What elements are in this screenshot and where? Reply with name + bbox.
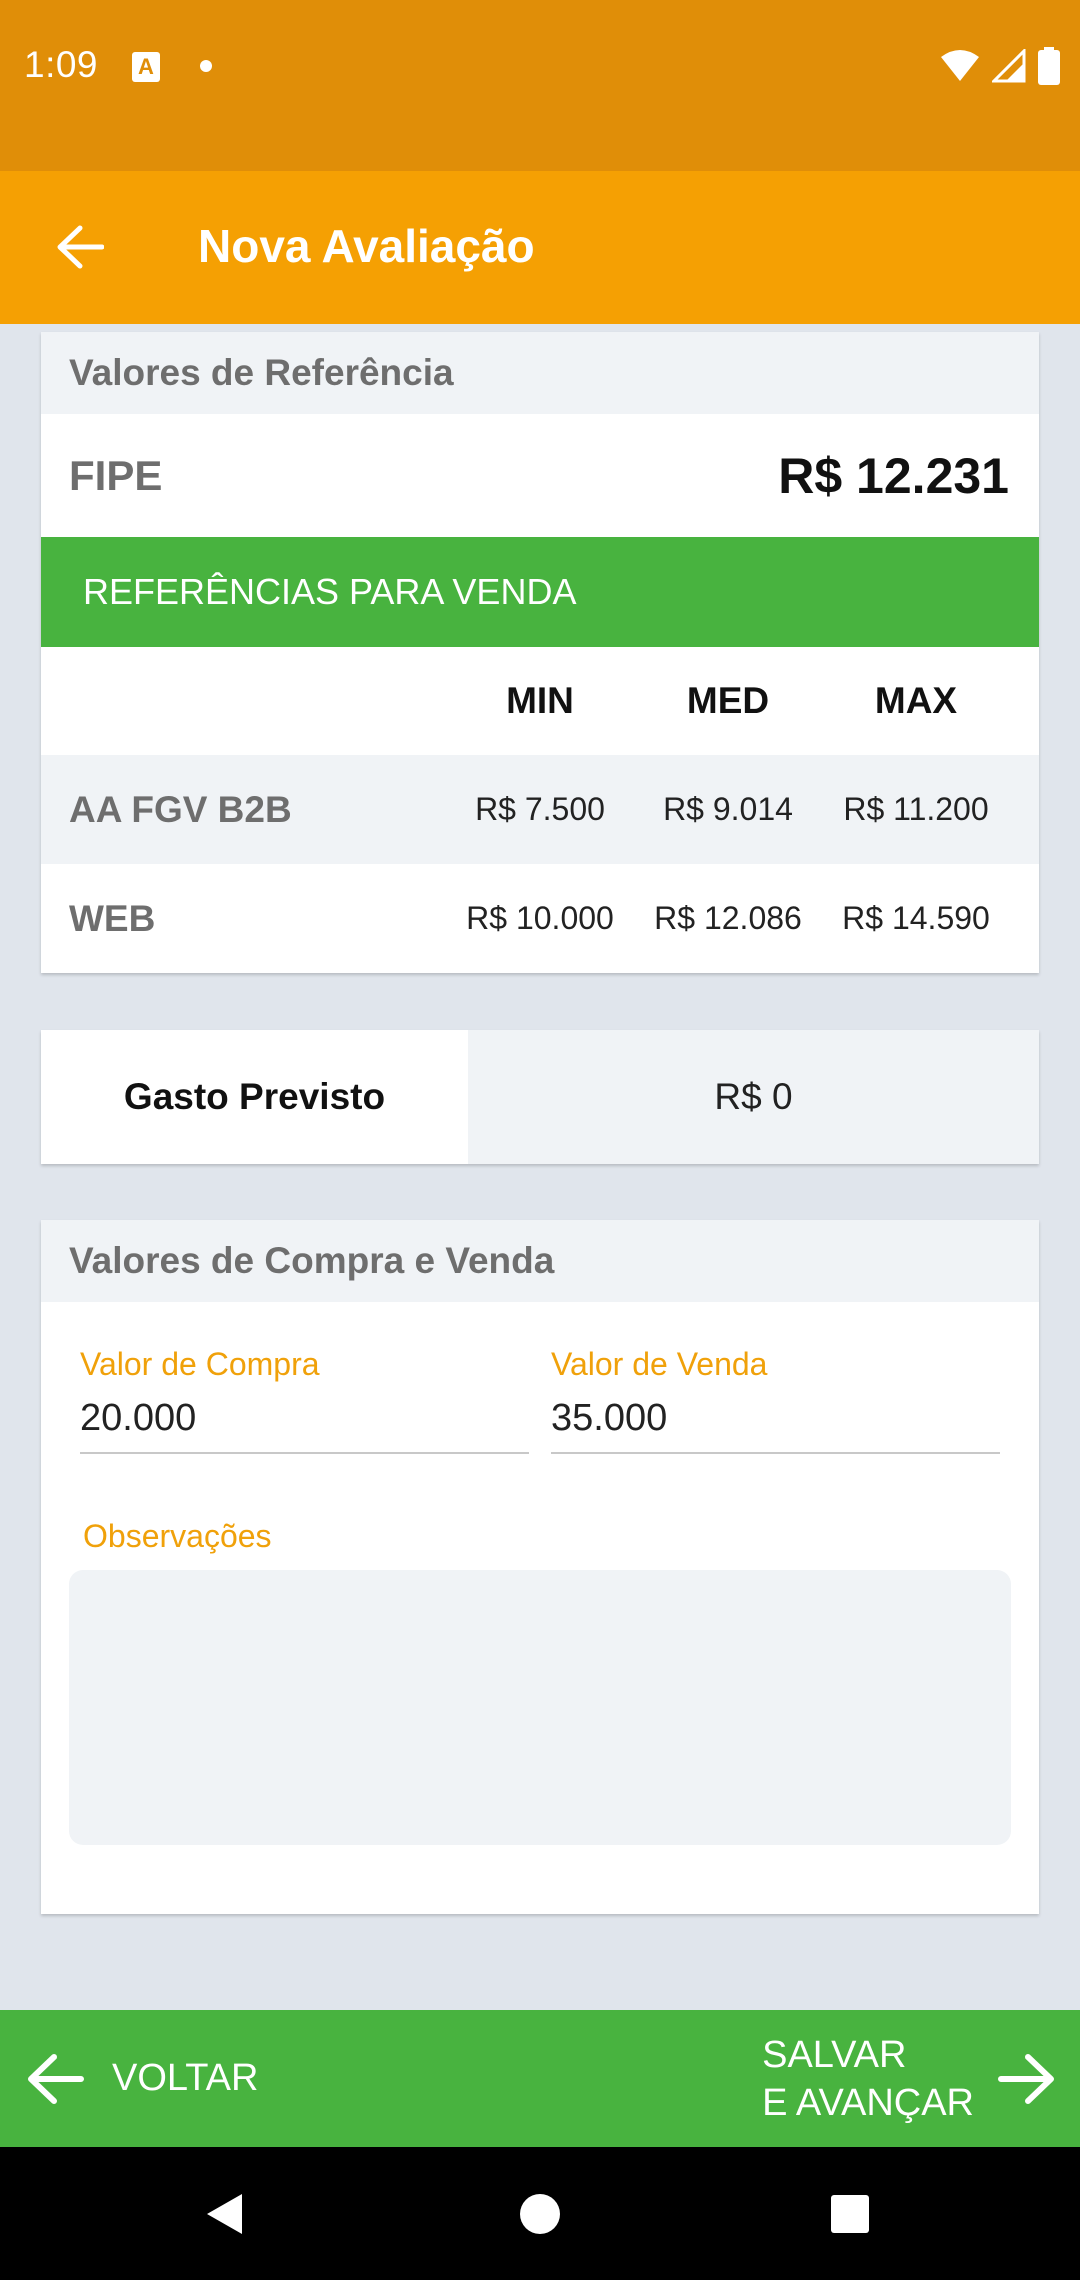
back-nav-button[interactable]: VOLTAR — [26, 2010, 258, 2147]
expected-expense-label: Gasto Previsto — [41, 1030, 468, 1164]
expected-expense-value: R$ 0 — [468, 1030, 1039, 1164]
reference-values-card: Valores de Referência FIPE R$ 12.231 REF… — [41, 332, 1039, 973]
column-max: MAX — [874, 680, 958, 721]
wifi-icon — [941, 50, 979, 81]
nav-home-button[interactable] — [480, 2147, 600, 2280]
fipe-label: FIPE — [69, 451, 163, 499]
arrow-right-icon — [998, 2053, 1054, 2104]
nav-back-button[interactable] — [164, 2147, 284, 2280]
buy-sell-header: Valores de Compra e Venda — [41, 1220, 1039, 1302]
circle-home-icon — [520, 2193, 560, 2234]
arrow-left-icon — [28, 2053, 84, 2104]
buy-sell-card: Valores de Compra e Venda Valor de Compr… — [41, 1220, 1039, 1914]
save-and-next-label-line2: E AVANÇAR — [762, 2081, 974, 2124]
nav-recents-button[interactable] — [790, 2147, 910, 2280]
back-button[interactable] — [40, 207, 120, 287]
signal-icon — [992, 49, 1026, 83]
bottom-action-bar: VOLTAR SALVAR E AVANÇAR — [0, 2010, 1080, 2147]
fipe-value: R$ 12.231 — [778, 447, 1009, 504]
battery-icon — [1038, 47, 1060, 85]
sale-value-field[interactable]: Valor de Venda 35.000 — [551, 1346, 1000, 1454]
save-and-next-button[interactable]: SALVAR E AVANÇAR — [762, 2010, 1056, 2147]
table-row: AA FGV B2B R$ 7.500 R$ 9.014 R$ 11.200 — [41, 755, 1039, 864]
table-row: WEB R$ 10.000 R$ 12.086 R$ 14.590 — [41, 864, 1039, 973]
sale-value-label: Valor de Venda — [551, 1346, 768, 1382]
fipe-row: FIPE R$ 12.231 — [41, 414, 1039, 537]
square-recents-icon — [831, 2194, 869, 2233]
notification-dot-icon — [200, 60, 212, 72]
column-min: MIN — [506, 680, 574, 721]
system-nav-bar — [0, 2147, 1080, 2280]
cell-max: R$ 11.200 — [843, 791, 989, 827]
triangle-back-icon — [207, 2193, 242, 2234]
cell-min: R$ 7.500 — [475, 791, 605, 827]
purchase-value-input[interactable]: 20.000 — [80, 1397, 529, 1454]
expected-expense-card[interactable]: Gasto Previsto R$ 0 — [41, 1030, 1039, 1164]
status-icons — [940, 46, 1060, 86]
save-and-next-label-line1: SALVAR — [762, 2033, 907, 2076]
cell-min: R$ 10.000 — [466, 900, 614, 936]
cell-max: R$ 14.590 — [842, 900, 990, 936]
back-nav-label: VOLTAR — [112, 2057, 259, 2099]
row-label: AA FGV B2B — [69, 789, 292, 830]
notification-icon: A — [132, 52, 160, 82]
table-header: MIN MED MAX — [41, 647, 1039, 755]
save-and-next-label: SALVAR E AVANÇAR — [762, 2031, 974, 2127]
app-bar: Nova Avaliação — [0, 171, 1080, 324]
page-title: Nova Avaliação — [198, 220, 535, 272]
purchase-value-field[interactable]: Valor de Compra 20.000 — [80, 1346, 529, 1454]
status-bar: 1:09 A — [0, 0, 1080, 171]
reference-values-header: Valores de Referência — [41, 332, 1039, 414]
arrow-left-icon — [57, 225, 104, 269]
row-label: WEB — [69, 898, 156, 939]
sale-references-title: REFERÊNCIAS PARA VENDA — [41, 537, 1039, 647]
notes-label: Observações — [83, 1518, 272, 1554]
sale-value-input[interactable]: 35.000 — [551, 1397, 1000, 1454]
status-time: 1:09 — [24, 44, 99, 85]
purchase-value-label: Valor de Compra — [80, 1346, 320, 1382]
cell-med: R$ 12.086 — [654, 900, 802, 936]
cell-med: R$ 9.014 — [663, 791, 793, 827]
column-med: MED — [686, 680, 770, 721]
notes-textarea[interactable] — [69, 1570, 1011, 1845]
